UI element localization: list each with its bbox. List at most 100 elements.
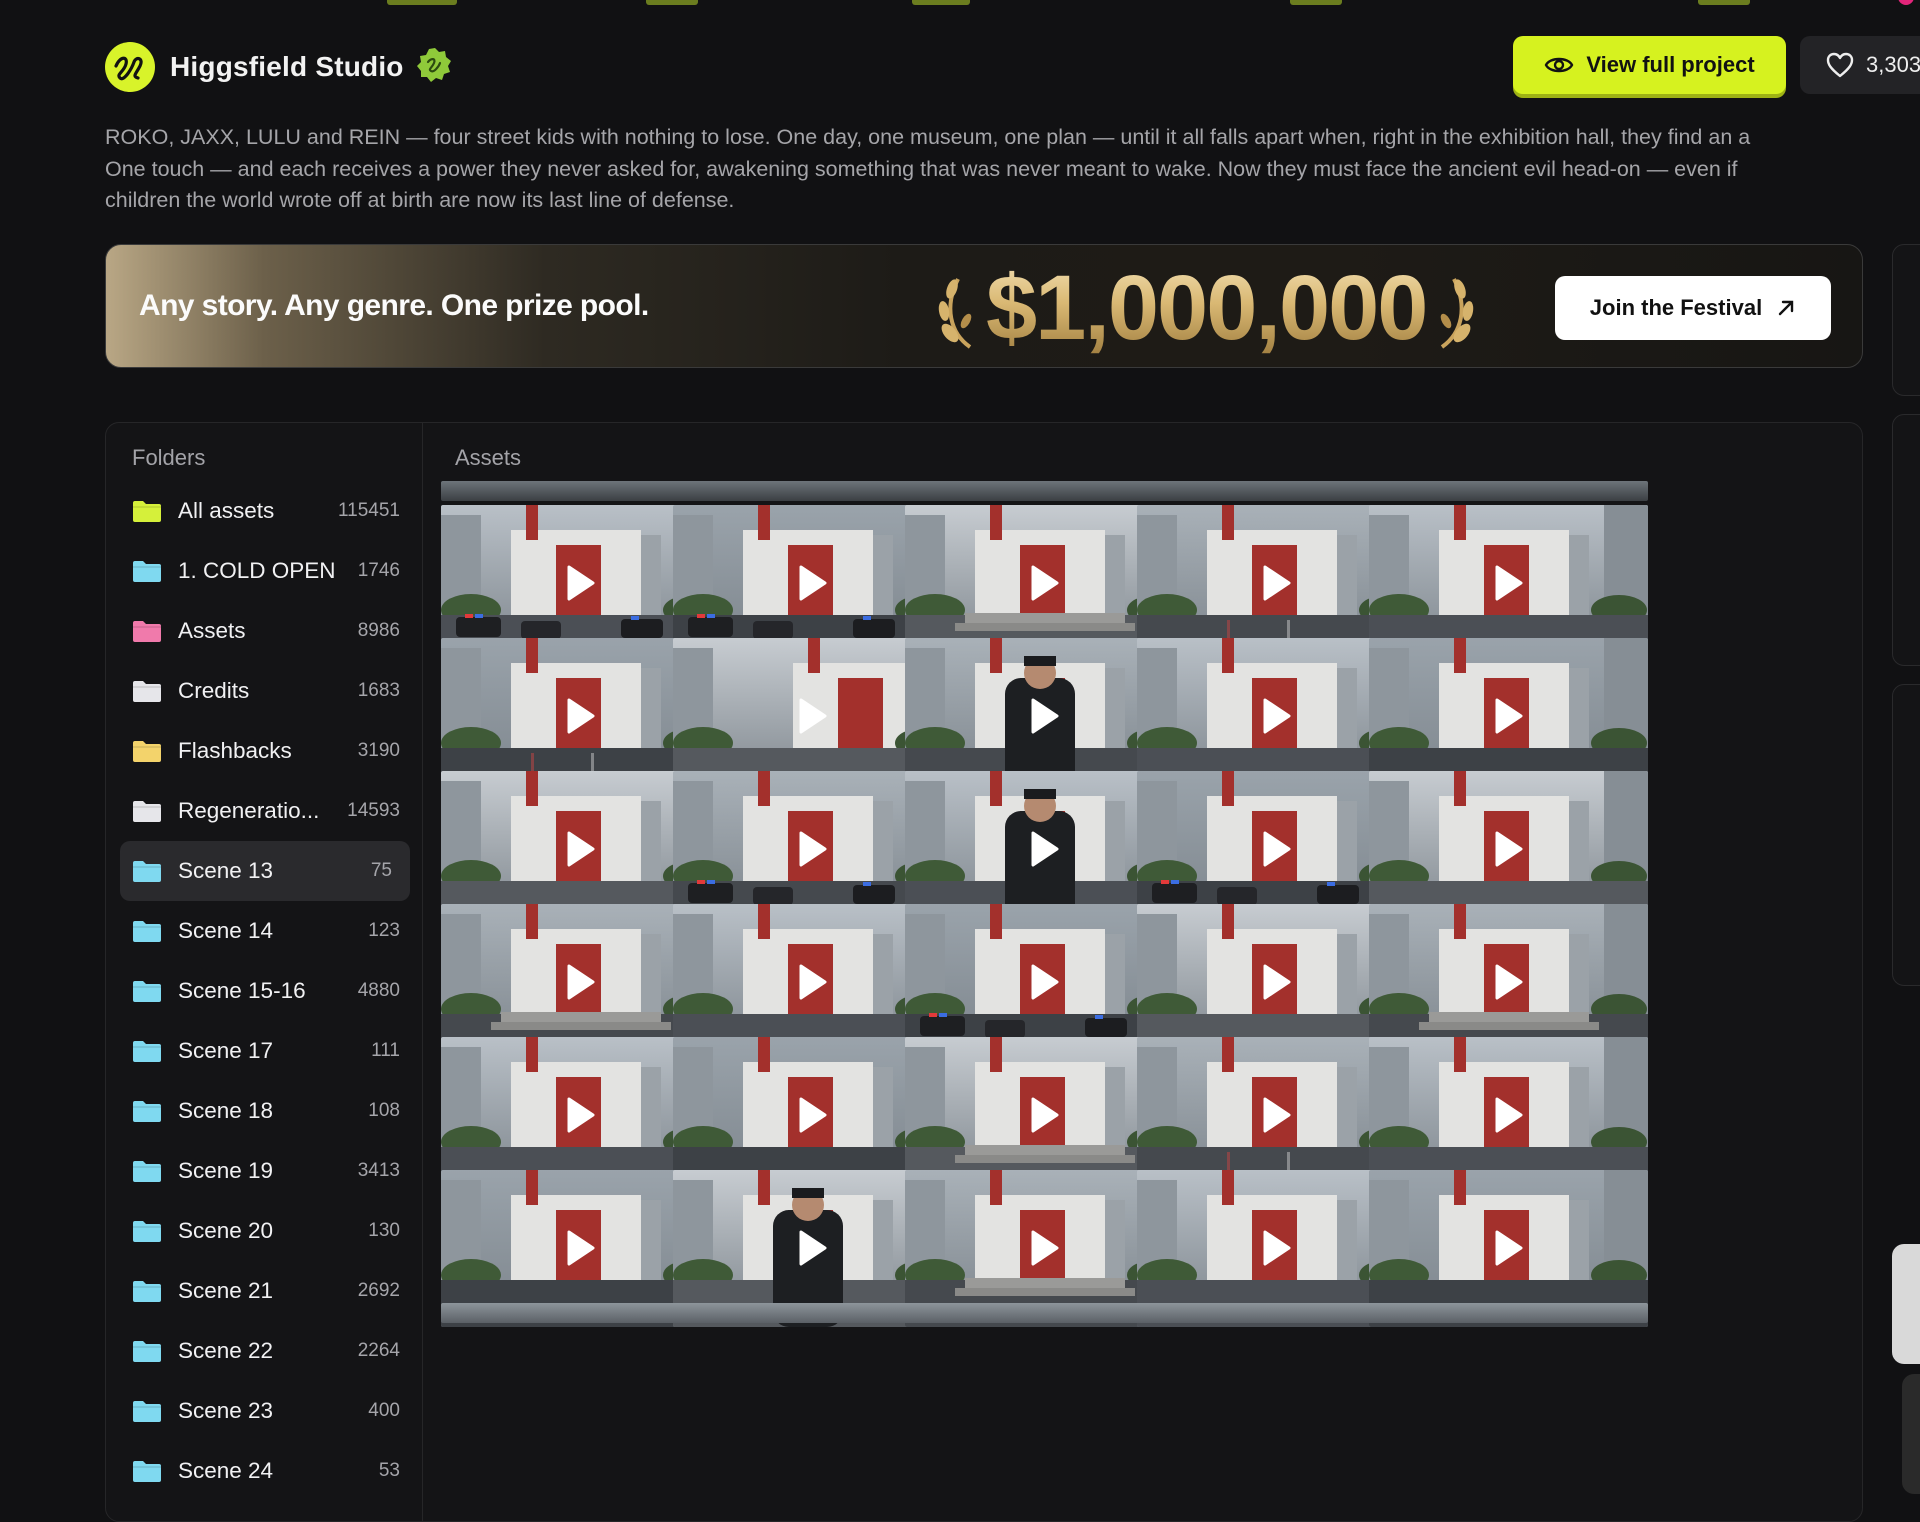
studio-name[interactable]: Higgsfield Studio bbox=[170, 51, 404, 83]
folder-label: Scene 18 bbox=[178, 1098, 274, 1123]
folder-icon bbox=[133, 1341, 161, 1362]
play-icon bbox=[1031, 831, 1059, 867]
like-button[interactable]: 3,303 bbox=[1800, 36, 1920, 94]
play-icon bbox=[1495, 831, 1523, 867]
play-icon bbox=[567, 698, 595, 734]
folder-count: 8986 bbox=[357, 620, 400, 641]
folder-item[interactable]: Scene 23 400 bbox=[120, 1381, 410, 1441]
folder-count: 1746 bbox=[357, 560, 400, 581]
folder-count: 130 bbox=[368, 1220, 400, 1241]
assets-title: Assets bbox=[455, 445, 522, 470]
asset-thumbnail[interactable] bbox=[1369, 481, 1648, 501]
folder-count: 2264 bbox=[357, 1340, 400, 1361]
play-icon bbox=[799, 1230, 827, 1266]
play-icon bbox=[1031, 565, 1059, 601]
folder-icon bbox=[133, 561, 161, 582]
squiggle-logo-icon bbox=[114, 56, 143, 81]
folder-label: Scene 20 bbox=[178, 1218, 274, 1243]
side-thumbnail[interactable] bbox=[1892, 1244, 1920, 1364]
folder-item[interactable]: Scene 18 108 bbox=[120, 1081, 410, 1141]
play-icon bbox=[567, 1230, 595, 1266]
folder-icon bbox=[133, 501, 161, 522]
folder-item[interactable]: Scene 20 130 bbox=[120, 1201, 410, 1261]
laurel-left-icon bbox=[938, 278, 972, 349]
description-line: children the world wrote off at birth ar… bbox=[105, 188, 735, 212]
folder-item[interactable]: Scene 19 3413 bbox=[120, 1141, 410, 1201]
folder-count: 3413 bbox=[357, 1160, 400, 1181]
folder-label: Credits bbox=[178, 678, 250, 703]
project-description: ROKO, JAXX, LULU and REIN — four street … bbox=[105, 122, 1920, 217]
join-festival-button[interactable]: Join the Festival bbox=[1555, 276, 1831, 340]
play-icon bbox=[1031, 698, 1059, 734]
folder-item[interactable]: Scene 15-16 4880 bbox=[120, 961, 410, 1021]
folder-item[interactable]: Scene 24 53 bbox=[120, 1441, 410, 1501]
play-icon bbox=[1263, 1097, 1291, 1133]
description-line: One touch — and each receives a power th… bbox=[105, 156, 1738, 181]
side-thumbnail[interactable] bbox=[1902, 1374, 1920, 1494]
studio-header: Higgsfield Studio bbox=[105, 42, 454, 92]
play-icon bbox=[799, 565, 827, 601]
play-icon bbox=[799, 698, 827, 734]
play-icon bbox=[799, 964, 827, 1000]
folder-label: All assets bbox=[178, 498, 275, 523]
folder-icon bbox=[133, 741, 161, 762]
tag-pill bbox=[646, 0, 698, 5]
folder-icon bbox=[133, 621, 161, 642]
folder-item[interactable]: Scene 14 123 bbox=[120, 901, 410, 961]
folder-label: 1. COLD OPEN bbox=[178, 558, 336, 583]
play-icon bbox=[1263, 964, 1291, 1000]
view-full-project-button[interactable]: View full project bbox=[1513, 36, 1786, 94]
notification-dot bbox=[1898, 0, 1914, 5]
folder-count: 111 bbox=[371, 1040, 400, 1061]
tag-pill bbox=[912, 0, 970, 5]
side-card[interactable] bbox=[1892, 244, 1920, 396]
folder-label: Scene 14 bbox=[178, 918, 274, 943]
side-card[interactable] bbox=[1892, 684, 1920, 986]
folder-label: Scene 23 bbox=[178, 1398, 274, 1423]
folder-label: Regeneratio... bbox=[178, 798, 320, 823]
folder-label: Scene 19 bbox=[178, 1158, 274, 1183]
folder-item[interactable]: Credits 1683 bbox=[120, 661, 410, 721]
play-icon bbox=[567, 1097, 595, 1133]
play-icon bbox=[1263, 565, 1291, 601]
folder-icon bbox=[133, 861, 161, 882]
folder-label: Scene 24 bbox=[178, 1458, 274, 1483]
play-icon bbox=[567, 831, 595, 867]
studio-logo[interactable] bbox=[105, 42, 155, 92]
view-full-project-label: View full project bbox=[1586, 52, 1755, 77]
side-card[interactable] bbox=[1892, 414, 1920, 666]
folder-item[interactable]: Scene 13 75 bbox=[120, 841, 410, 901]
folder-item[interactable]: Assets 8986 bbox=[120, 601, 410, 661]
description-line: ROKO, JAXX, LULU and REIN — four street … bbox=[105, 125, 1751, 149]
play-icon bbox=[1495, 964, 1523, 1000]
folder-icon bbox=[133, 1041, 161, 1062]
heart-icon bbox=[1826, 52, 1854, 78]
folder-label: Scene 22 bbox=[178, 1338, 274, 1363]
folder-count: 2692 bbox=[357, 1280, 400, 1301]
folder-count: 400 bbox=[368, 1400, 400, 1421]
folder-label: Scene 21 bbox=[178, 1278, 274, 1303]
play-icon bbox=[1031, 1230, 1059, 1266]
asset-thumbnail[interactable] bbox=[1369, 1303, 1648, 1323]
play-icon bbox=[1031, 964, 1059, 1000]
folder-item[interactable]: Scene 22 2264 bbox=[120, 1321, 410, 1381]
festival-banner: Any story. Any genre. One prize pool. $1… bbox=[105, 244, 1863, 368]
folder-item[interactable]: Scene 21 2692 bbox=[120, 1261, 410, 1321]
folder-item[interactable]: 1. COLD OPEN 1746 bbox=[120, 541, 410, 601]
folder-item[interactable]: All assets 115451 bbox=[120, 481, 410, 541]
folder-label: Assets bbox=[178, 618, 246, 643]
folder-count: 14593 bbox=[347, 800, 400, 821]
folder-item[interactable]: Scene 17 111 bbox=[120, 1021, 410, 1081]
folder-label: Flashbacks bbox=[178, 738, 292, 763]
eye-icon bbox=[1545, 57, 1574, 73]
folder-item[interactable]: Regeneratio... 14593 bbox=[120, 781, 410, 841]
folder-item[interactable]: Flashbacks 3190 bbox=[120, 721, 410, 781]
play-icon bbox=[1495, 565, 1523, 601]
tag-pill bbox=[1290, 0, 1342, 5]
folder-label: Scene 15-16 bbox=[178, 978, 306, 1003]
folder-count: 115451 bbox=[338, 500, 400, 521]
top-strip bbox=[0, 0, 1920, 6]
play-icon bbox=[1263, 1230, 1291, 1266]
project-browser: Folders All assets 115451 1. COLD OPEN 1746… bbox=[105, 422, 1863, 1522]
folder-icon bbox=[133, 1221, 161, 1242]
